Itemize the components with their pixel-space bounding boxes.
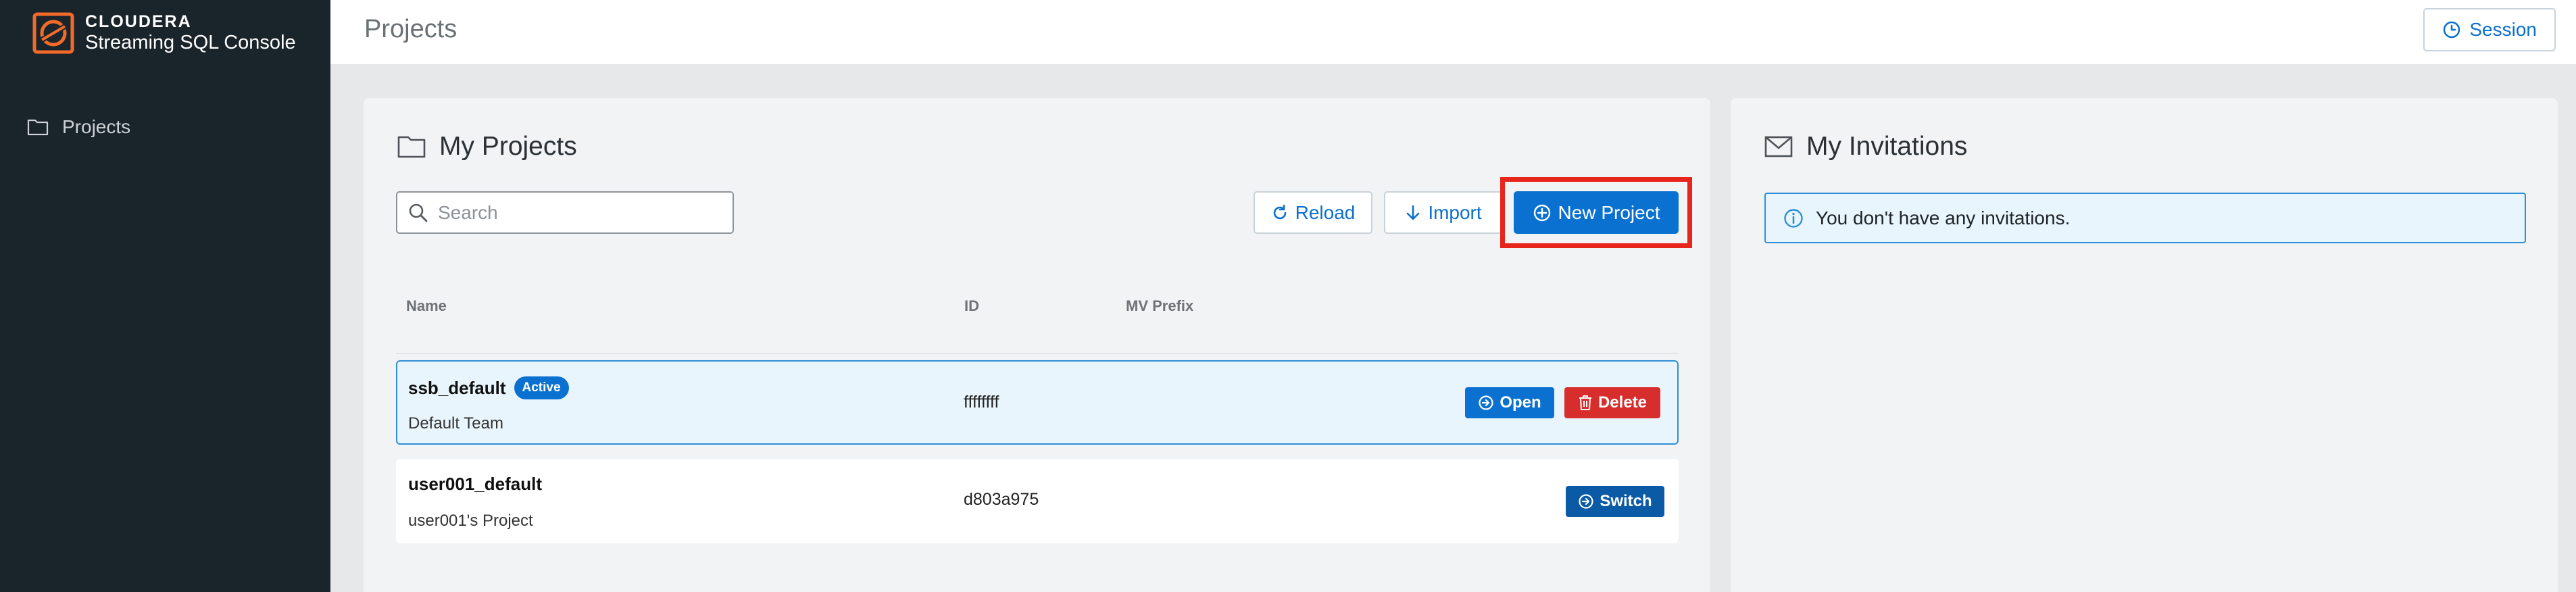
table-row[interactable]: ssb_default Active Default Team ffffffff… xyxy=(396,360,1679,445)
new-project-label: New Project xyxy=(1558,201,1660,223)
info-icon xyxy=(1784,208,1803,228)
cloudera-logo-icon xyxy=(32,12,74,54)
open-label: Open xyxy=(1500,393,1541,412)
import-button[interactable]: Import xyxy=(1384,191,1503,234)
switch-label: Switch xyxy=(1600,492,1652,510)
session-label: Session xyxy=(2469,19,2537,40)
top-header: Projects Session xyxy=(330,0,2576,64)
column-header-id: ID xyxy=(964,297,979,314)
session-button[interactable]: Session xyxy=(2423,8,2556,51)
open-button[interactable]: Open xyxy=(1465,387,1554,418)
project-team: Default Team xyxy=(408,414,503,433)
my-projects-title: My Projects xyxy=(439,132,577,161)
project-id: d803a975 xyxy=(964,490,1039,509)
envelope-icon xyxy=(1764,136,1793,157)
column-header-mv-prefix: MV Prefix xyxy=(1126,297,1194,314)
clock-icon xyxy=(2444,21,2460,39)
no-invitations-message: You don't have any invitations. xyxy=(1816,207,2071,228)
status-badge: Active xyxy=(514,376,569,399)
project-team: user001's Project xyxy=(408,512,533,530)
search-icon xyxy=(409,203,428,222)
table-row[interactable]: user001_default user001's Project d803a9… xyxy=(396,459,1679,543)
my-invitations-panel: My Invitations You don't have any invita… xyxy=(1731,98,2558,592)
new-project-button[interactable]: New Project xyxy=(1514,191,1679,234)
project-name: ssb_default xyxy=(408,377,506,398)
page-title: Projects xyxy=(364,15,457,43)
brand-name: CLOUDERA xyxy=(85,12,192,31)
arrow-down-icon xyxy=(1407,205,1420,220)
brand-product: Streaming SQL Console xyxy=(85,32,296,53)
no-invitations-alert: You don't have any invitations. xyxy=(1764,193,2526,243)
plus-circle-icon xyxy=(1533,204,1550,221)
my-projects-panel: My Projects Reload Import New Project Na… xyxy=(364,98,1710,592)
project-name: user001_default xyxy=(408,474,542,494)
folder-icon xyxy=(397,136,426,158)
search-field[interactable] xyxy=(396,191,734,234)
import-label: Import xyxy=(1428,201,1482,223)
switch-button[interactable]: Switch xyxy=(1566,486,1664,517)
search-input[interactable] xyxy=(438,201,722,224)
my-invitations-heading: My Invitations xyxy=(1764,132,1967,162)
my-projects-heading: My Projects xyxy=(397,132,577,162)
arrow-circle-right-icon xyxy=(1579,494,1593,509)
project-id: ffffffff xyxy=(964,393,999,412)
reload-label: Reload xyxy=(1295,201,1356,223)
folder-icon xyxy=(27,119,49,136)
reload-button[interactable]: Reload xyxy=(1254,191,1372,234)
trash-icon xyxy=(1579,395,1591,410)
reload-icon xyxy=(1273,204,1286,219)
brand[interactable]: CLOUDERA Streaming SQL Console xyxy=(32,12,296,54)
table-header-divider xyxy=(396,353,1679,354)
delete-label: Delete xyxy=(1597,393,1648,412)
my-invitations-title: My Invitations xyxy=(1806,132,1968,161)
arrow-circle-right-icon xyxy=(1479,395,1493,410)
sidebar-item-projects[interactable]: Projects xyxy=(27,116,130,138)
delete-button[interactable]: Delete xyxy=(1564,387,1660,418)
sidebar-item-label: Projects xyxy=(62,116,131,137)
column-header-name: Name xyxy=(406,297,447,314)
sidebar: CLOUDERA Streaming SQL Console Projects xyxy=(0,0,330,592)
